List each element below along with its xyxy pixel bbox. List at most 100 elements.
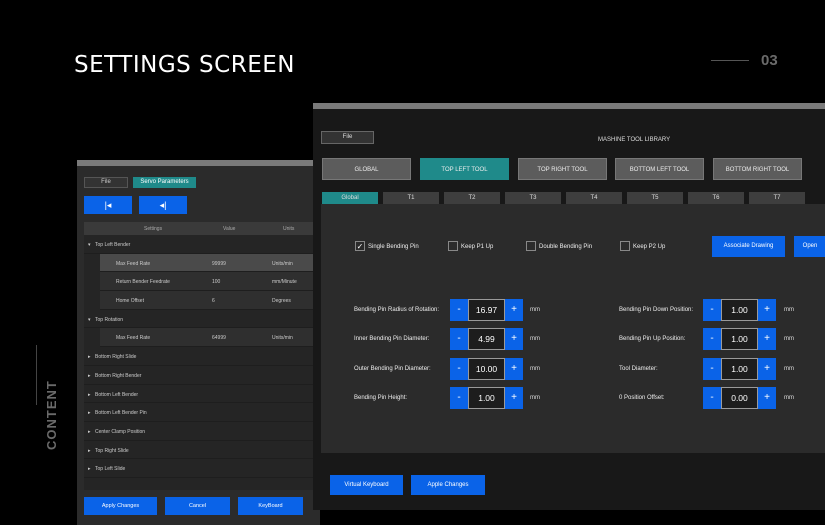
- increment-button[interactable]: +: [758, 299, 776, 321]
- unit-label: mm: [530, 395, 540, 401]
- tab-t3[interactable]: T3: [505, 192, 561, 204]
- checkbox-label: Single Bending Pin: [368, 244, 419, 250]
- expand-down-icon[interactable]: ▾: [88, 242, 91, 248]
- tab-t2[interactable]: T2: [444, 192, 500, 204]
- tab-servo-parameters[interactable]: Servo Parameters: [133, 177, 196, 188]
- tab-top-right-tool[interactable]: TOP RIGHT TOOL: [518, 158, 607, 180]
- tab-t6[interactable]: T6: [688, 192, 744, 204]
- skip-to-end-button[interactable]: ◂|: [139, 196, 187, 214]
- decrement-button[interactable]: -: [450, 387, 468, 409]
- row-unit: Units/min: [272, 260, 293, 267]
- row-value[interactable]: 64999: [212, 335, 226, 341]
- unit-label: mm: [784, 366, 794, 372]
- page-title: SETTINGS SCREEN: [74, 52, 295, 78]
- table-row[interactable]: Return Bender Feedrate 100 mm/Minute: [100, 272, 320, 292]
- numeric-stepper: -4.99 +: [450, 328, 523, 350]
- expand-right-icon[interactable]: ▸: [88, 392, 91, 398]
- tab-bottom-left-tool[interactable]: BOTTOM LEFT TOOL: [615, 158, 704, 180]
- increment-button[interactable]: +: [758, 387, 776, 409]
- increment-button[interactable]: +: [505, 328, 523, 350]
- tab-t1[interactable]: T1: [383, 192, 439, 204]
- field-label: Outer Bending Pin Diameter:: [354, 366, 431, 372]
- decrement-button[interactable]: -: [703, 387, 721, 409]
- checkbox-keep-p1-up[interactable]: [448, 241, 458, 251]
- table-row[interactable]: Home Offset 6 Degrees: [100, 291, 320, 310]
- tab-top-left-tool[interactable]: TOP LEFT TOOL: [420, 158, 509, 180]
- value-field[interactable]: 4.99: [468, 328, 505, 350]
- numeric-stepper: -1.00 +: [703, 358, 776, 380]
- table-row[interactable]: ▸ Bottom Left Bender: [84, 385, 320, 404]
- row-label: Top Left Slide: [95, 466, 126, 473]
- file-menu[interactable]: File: [321, 131, 374, 144]
- table-row[interactable]: ▸ Bottom Left Bender Pin: [84, 403, 320, 422]
- expand-right-icon[interactable]: ▸: [88, 410, 91, 416]
- increment-button[interactable]: +: [505, 358, 523, 380]
- table-row[interactable]: ▸ Center Clamp Position: [84, 422, 320, 441]
- value-field[interactable]: 1.00: [721, 328, 758, 350]
- value-field[interactable]: 16.97: [468, 299, 505, 321]
- apply-changes-button[interactable]: Apple Changes: [411, 475, 485, 495]
- table-row[interactable]: ▸ Top Right Slide: [84, 441, 320, 460]
- keyboard-button[interactable]: KeyBoard: [238, 497, 303, 515]
- expand-right-icon[interactable]: ▸: [88, 429, 91, 435]
- page-number: 03: [761, 52, 778, 69]
- row-value[interactable]: 6: [212, 298, 215, 304]
- value-field[interactable]: 1.00: [721, 358, 758, 380]
- expand-right-icon[interactable]: ▸: [88, 373, 91, 379]
- increment-button[interactable]: +: [758, 358, 776, 380]
- increment-button[interactable]: +: [758, 328, 776, 350]
- value-field[interactable]: 1.00: [721, 299, 758, 321]
- field-label: Inner Bending Pin Diameter:: [354, 336, 430, 342]
- checkbox-keep-p2-up[interactable]: [620, 241, 630, 251]
- expand-down-icon[interactable]: ▾: [88, 317, 91, 323]
- tab-global[interactable]: Global: [322, 192, 378, 204]
- decrement-button[interactable]: -: [450, 299, 468, 321]
- row-value[interactable]: 100: [212, 279, 220, 285]
- increment-button[interactable]: +: [505, 387, 523, 409]
- cancel-button[interactable]: Cancel: [165, 497, 230, 515]
- table-row[interactable]: ▾ Top Left Bender: [84, 235, 320, 254]
- virtual-keyboard-button[interactable]: Virtual Keyboard: [330, 475, 403, 495]
- column-header-value: Value: [223, 226, 236, 232]
- table-row[interactable]: ▸ Bottom Right Slide: [84, 347, 320, 366]
- skip-to-start-button[interactable]: |◂: [84, 196, 132, 214]
- tab-t5[interactable]: T5: [627, 192, 683, 204]
- expand-right-icon[interactable]: ▸: [88, 466, 91, 472]
- decrement-button[interactable]: -: [703, 299, 721, 321]
- table-row[interactable]: ▸ Top Left Slide: [84, 459, 320, 478]
- table-row[interactable]: ▸ Bottom Right Bender: [84, 366, 320, 385]
- unit-label: mm: [784, 395, 794, 401]
- tab-bottom-right-tool[interactable]: BOTTOM RIGHT TOOL: [713, 158, 802, 180]
- expand-right-icon[interactable]: ▸: [88, 448, 91, 454]
- row-label: Top Right Slide: [95, 447, 129, 454]
- increment-button[interactable]: +: [505, 299, 523, 321]
- open-button[interactable]: Open: [794, 236, 825, 257]
- checkbox-double-bending-pin[interactable]: [526, 241, 536, 251]
- table-row[interactable]: ▾ Top Rotation: [84, 310, 320, 329]
- apply-changes-button[interactable]: Apply Changes: [84, 497, 157, 515]
- row-value[interactable]: 99999: [212, 261, 226, 267]
- decrement-button[interactable]: -: [450, 358, 468, 380]
- checkbox-single-bending-pin[interactable]: ✓: [355, 241, 365, 251]
- value-field[interactable]: 1.00: [468, 387, 505, 409]
- window-title: MASHINE TOOL LIBRARY: [598, 137, 671, 143]
- numeric-stepper: -0.00 +: [703, 387, 776, 409]
- tab-global[interactable]: GLOBAL: [322, 158, 411, 180]
- checkbox-label: Keep P2 Up: [633, 244, 666, 250]
- unit-label: mm: [530, 307, 540, 313]
- expand-right-icon[interactable]: ▸: [88, 354, 91, 360]
- tab-t7[interactable]: T7: [749, 192, 805, 204]
- decrement-button[interactable]: -: [450, 328, 468, 350]
- file-menu[interactable]: File: [84, 177, 128, 188]
- decrement-button[interactable]: -: [703, 328, 721, 350]
- row-label: Top Left Bender: [95, 242, 131, 248]
- field-label: Bending Pin Radius of Rotation:: [354, 307, 440, 313]
- table-row[interactable]: Max Feed Rate 64999 Units/min: [100, 328, 320, 348]
- associate-drawing-button[interactable]: Associate Drawing: [712, 236, 785, 257]
- tab-t4[interactable]: T4: [566, 192, 622, 204]
- decrement-button[interactable]: -: [703, 358, 721, 380]
- column-header-settings: Settings: [144, 226, 163, 232]
- value-field[interactable]: 0.00: [721, 387, 758, 409]
- table-row[interactable]: Max Feed Rate 99999 Units/min: [100, 253, 320, 273]
- value-field[interactable]: 10.00: [468, 358, 505, 380]
